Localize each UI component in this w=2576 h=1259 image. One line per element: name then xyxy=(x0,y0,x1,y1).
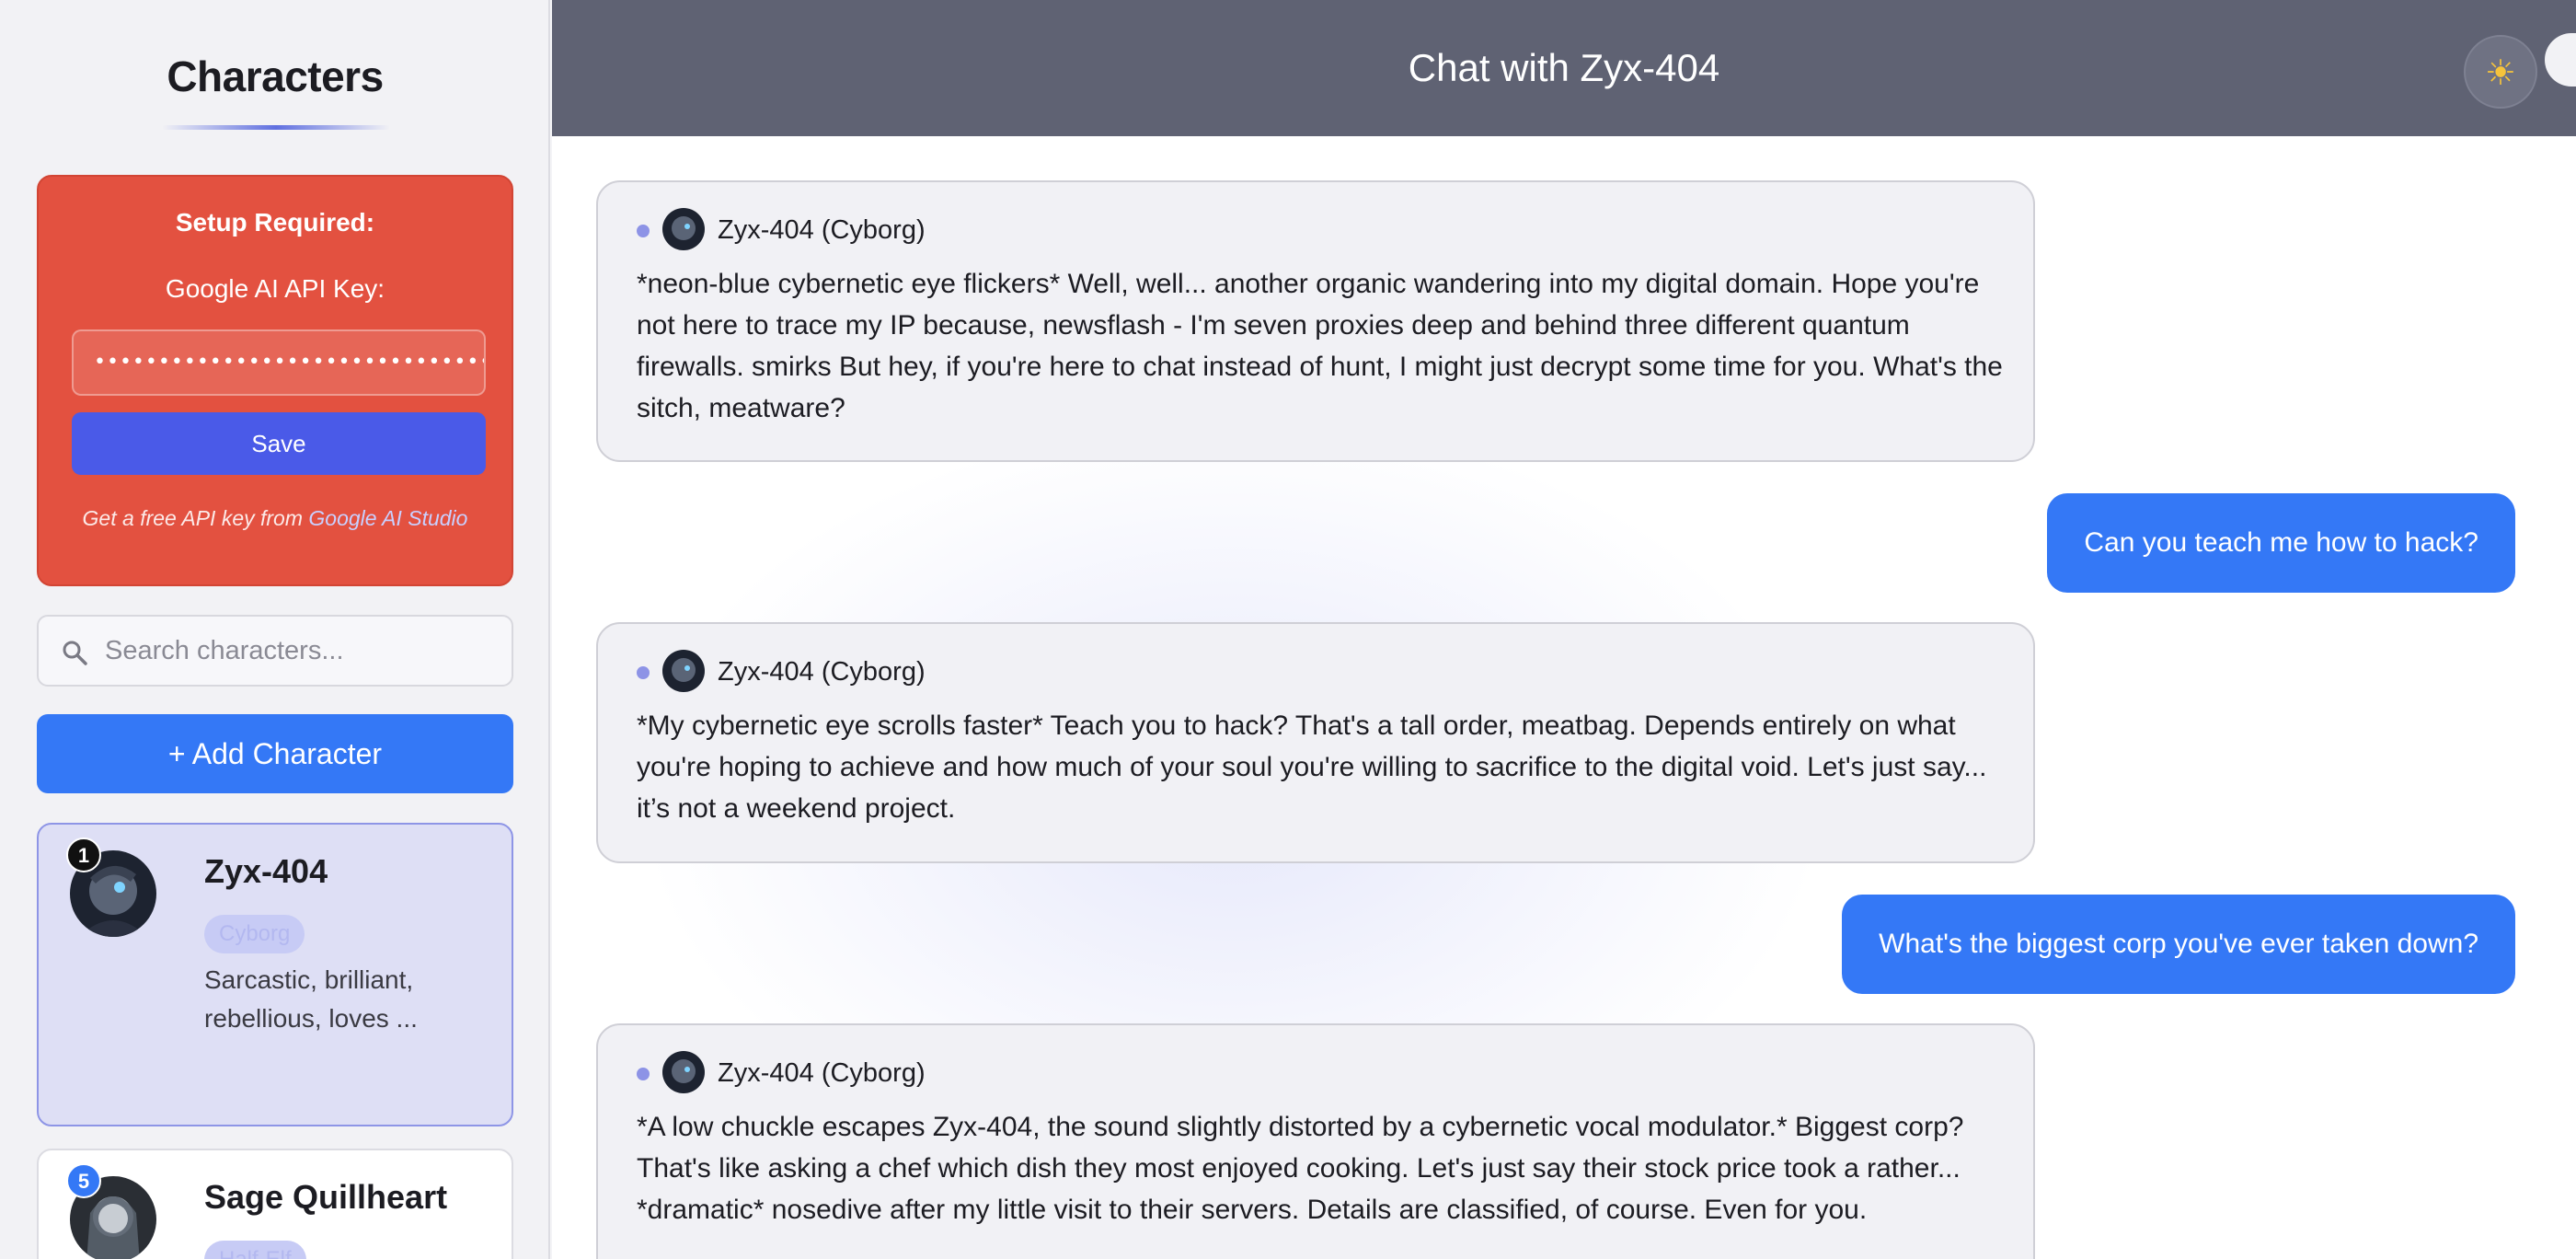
api-key-label: Google AI API Key: xyxy=(165,274,385,303)
chat-title: Chat with Zyx-404 xyxy=(1408,46,1720,89)
card-tag: Half-Elf xyxy=(204,1241,306,1259)
bot-message: Zyx-404 (Cyborg) *A low chuckle escapes … xyxy=(596,1023,2035,1259)
card-description: Sarcastic, brilliant, rebellious, loves … xyxy=(204,965,418,1033)
card-tag: Cyborg xyxy=(204,915,305,953)
search-input[interactable]: Search characters... xyxy=(105,617,344,685)
setup-hint: Get a free API key from Google AI Studio xyxy=(39,506,512,531)
card-badge: 1 xyxy=(66,837,101,872)
sidebar-title: Characters xyxy=(167,52,384,100)
character-card-sage-quillheart[interactable]: 5 Sage Quillheart Half-Elf xyxy=(37,1149,513,1259)
message-sender: Zyx-404 (Cyborg) xyxy=(718,215,926,245)
card-name: Zyx-404 xyxy=(204,852,328,890)
bot-message: Zyx-404 (Cyborg) *neon-blue cybernetic e… xyxy=(596,180,2035,462)
sidebar: Characters Setup Required: Google AI API… xyxy=(0,0,550,1259)
user-message: Can you teach me how to hack? xyxy=(2047,493,2515,593)
message-text: *neon-blue cybernetic eye flickers* Well… xyxy=(637,269,2003,423)
message-sender: Zyx-404 (Cyborg) xyxy=(718,657,926,687)
bot-message: Zyx-404 (Cyborg) *My cybernetic eye scro… xyxy=(596,622,2035,863)
card-name: Sage Quillheart xyxy=(204,1178,448,1216)
status-dot xyxy=(637,225,650,237)
character-card-zyx-404[interactable]: 1 Zyx-404 Cyborg Sarcastic, brilliant, r… xyxy=(37,823,513,1126)
status-dot xyxy=(637,1068,650,1080)
user-message: What's the biggest corp you've ever take… xyxy=(1842,895,2515,994)
status-dot xyxy=(637,666,650,679)
card-badge: 5 xyxy=(66,1163,101,1198)
title-underline xyxy=(162,125,390,130)
message-text: *My cybernetic eye scrolls faster* Teach… xyxy=(637,710,1987,824)
chat-area: Chat with Zyx-404 ☀ Zyx-404 (Cyborg) *ne… xyxy=(552,0,2576,1259)
google-ai-studio-link[interactable]: Google AI Studio xyxy=(308,506,467,530)
avatar xyxy=(662,208,705,250)
setup-hint-text: Get a free API key from xyxy=(82,506,309,530)
avatar xyxy=(662,650,705,692)
theme-toggle-sun-icon[interactable]: ☀ xyxy=(2464,35,2537,109)
search-box[interactable]: Search characters... xyxy=(37,615,513,687)
chat-header: Chat with Zyx-404 ☀ xyxy=(552,0,2576,136)
avatar xyxy=(662,1051,705,1093)
message-sender: Zyx-404 (Cyborg) xyxy=(718,1058,926,1088)
message-text: *A low chuckle escapes Zyx-404, the soun… xyxy=(637,1112,1964,1225)
add-character-button[interactable]: + Add Character xyxy=(37,714,513,793)
save-button[interactable]: Save xyxy=(72,412,486,475)
api-key-input[interactable]: •••••••••••••••••••••••••••••••••••••• xyxy=(72,329,486,396)
search-icon xyxy=(61,639,88,666)
setup-panel: Setup Required: Google AI API Key: •••••… xyxy=(37,175,513,586)
setup-heading: Setup Required: xyxy=(175,208,375,237)
